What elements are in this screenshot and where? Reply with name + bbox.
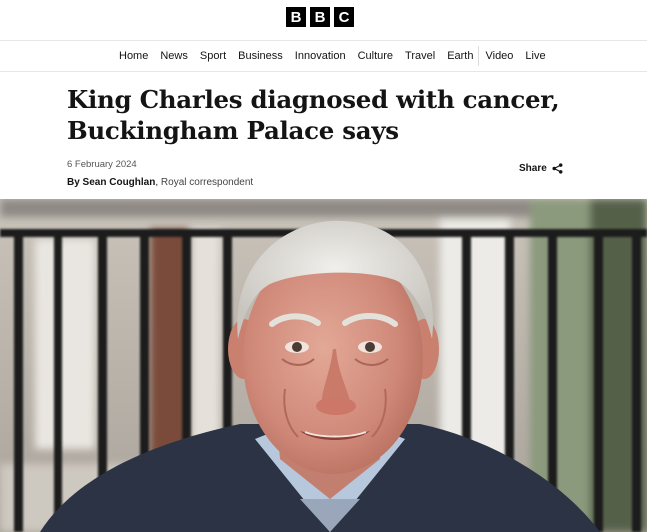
nav-item-live[interactable]: Live [525,50,545,62]
share-button[interactable]: Share [519,163,563,174]
nav-item-culture[interactable]: Culture [358,50,393,62]
bbc-logo[interactable]: B B C [286,7,354,27]
bbc-logo-letter: C [334,7,354,27]
article-date: 6 February 2024 [67,159,137,170]
nav-item-earth[interactable]: Earth [447,50,473,62]
nav-item-news[interactable]: News [160,50,188,62]
author-name[interactable]: By Sean Coughlan [67,177,155,188]
hero-photo [0,199,647,532]
masthead: B B C [0,0,647,41]
nav-item-innovation[interactable]: Innovation [295,50,346,62]
share-icon [552,163,563,174]
nav-divider [478,46,480,66]
nav-item-video[interactable]: Video [485,50,513,62]
nav-item-travel[interactable]: Travel [405,50,435,62]
bbc-logo-letter: B [310,7,330,27]
main-navigation: Home News Sport Business Innovation Cult… [0,41,647,72]
article-byline: By Sean Coughlan, Royal correspondent [67,177,253,188]
nav-item-business[interactable]: Business [238,50,283,62]
author-role: Royal correspondent [160,177,254,188]
article-headline: King Charles diagnosed with cancer, Buck… [67,85,560,145]
nav-item-home[interactable]: Home [119,50,148,62]
share-label: Share [519,163,547,174]
bbc-logo-letter: B [286,7,306,27]
nav-item-sport[interactable]: Sport [200,50,226,62]
